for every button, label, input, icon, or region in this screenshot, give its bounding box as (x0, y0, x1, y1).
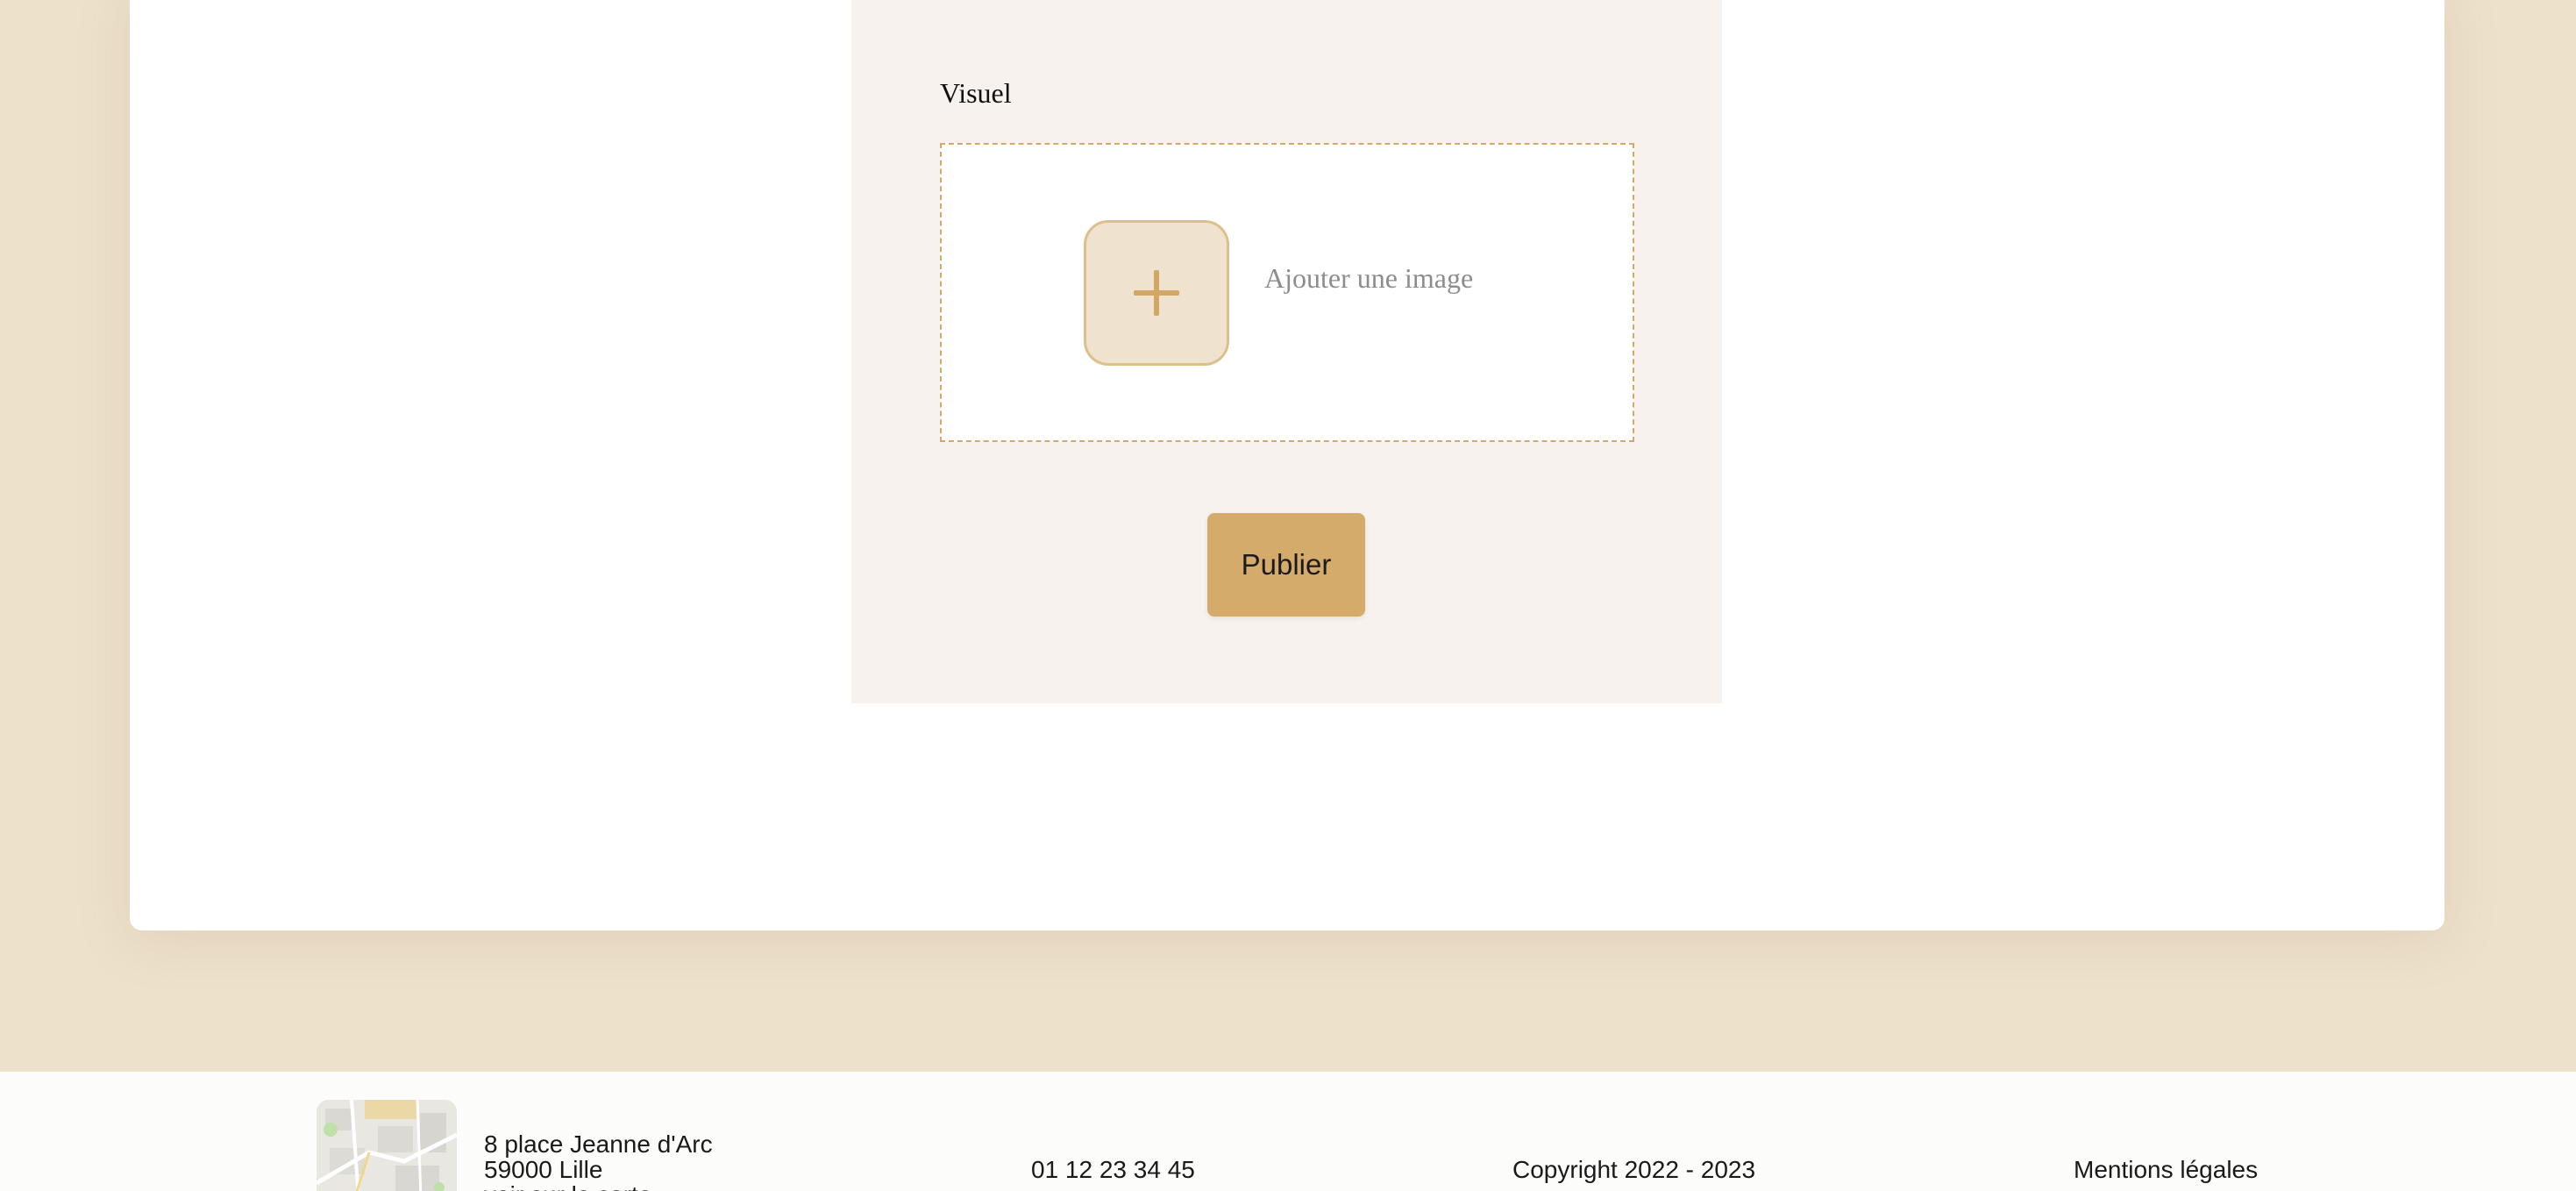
footer-copyright: Copyright 2022 - 2023 (1512, 1156, 1756, 1183)
add-image-label: Ajouter une image (1264, 262, 1474, 294)
add-image-button[interactable] (1084, 220, 1229, 366)
map-thumbnail-graphic (317, 1100, 457, 1191)
map-thumbnail[interactable] (317, 1100, 457, 1191)
visual-field-label: Visuel (940, 77, 1012, 109)
footer-phone: 01 12 23 34 45 (1031, 1156, 1195, 1183)
address-street: 8 place Jeanne d'Arc (484, 1130, 713, 1158)
legal-notice-link[interactable]: Mentions légales (2074, 1156, 2258, 1184)
address-city: 59000 Lille (484, 1156, 603, 1183)
site-footer: 8 place Jeanne d'Arc 59000 Lille voir su… (0, 1072, 2576, 1191)
footer-address: 8 place Jeanne d'Arc 59000 Lille voir su… (484, 1131, 713, 1191)
publish-button[interactable]: Publier (1207, 513, 1365, 617)
plus-icon (1134, 270, 1179, 316)
see-on-map-link[interactable]: voir sur la carte (484, 1182, 713, 1191)
